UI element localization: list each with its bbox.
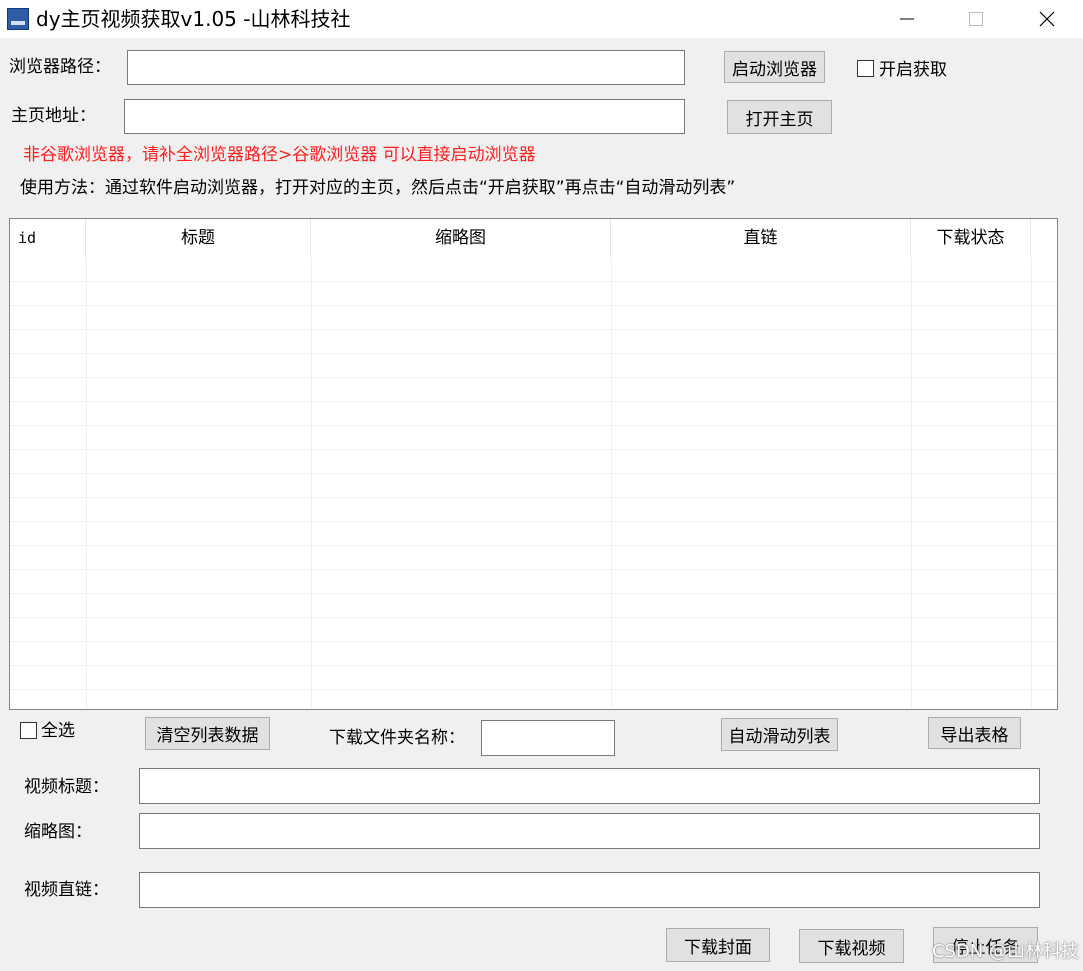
open-homepage-button[interactable]: 打开主页: [727, 100, 832, 134]
launch-browser-button[interactable]: 启动浏览器: [724, 51, 825, 83]
export-table-button[interactable]: 导出表格: [928, 717, 1021, 749]
grid-row-line: [10, 689, 1057, 690]
browser-path-input[interactable]: [127, 50, 685, 85]
grid-row-line: [10, 617, 1057, 618]
grid-row-line: [10, 281, 1057, 282]
select-all-checkbox[interactable]: [20, 722, 37, 739]
watermark: CSDN @山林科技: [931, 941, 1079, 962]
clear-list-button[interactable]: 清空列表数据: [145, 717, 270, 750]
column-header-thumbnail[interactable]: 缩略图: [311, 219, 611, 257]
video-title-label: 视频标题：: [24, 777, 109, 797]
grid-row-line: [10, 569, 1057, 570]
window-title: dy主页视频获取v1.05 -山林科技社: [36, 7, 351, 31]
grid-row-line: [10, 449, 1057, 450]
app-icon: [7, 8, 29, 30]
download-video-button[interactable]: 下载视频: [799, 929, 904, 963]
grid-row-line: [10, 593, 1057, 594]
maximize-button[interactable]: [953, 0, 999, 38]
grid-row-line: [10, 353, 1057, 354]
grid-row-line: [10, 665, 1057, 666]
direct-link-label: 视频直链：: [24, 880, 109, 900]
auto-scroll-button[interactable]: 自动滑动列表: [721, 718, 838, 751]
grid-row-line: [10, 521, 1057, 522]
enable-fetch-label[interactable]: 开启获取: [879, 58, 947, 82]
grid-row-line: [10, 329, 1057, 330]
usage-text: 使用方法：通过软件启动浏览器，打开对应的主页，然后点击“开启获取”再点击“自动滑…: [20, 178, 736, 198]
minimize-button[interactable]: [884, 0, 930, 38]
grid-row-line: [10, 473, 1057, 474]
folder-name-input[interactable]: [481, 720, 615, 756]
table-header: id 标题 缩略图 直链 下载状态: [10, 219, 1057, 257]
grid-row-line: [10, 401, 1057, 402]
video-table[interactable]: id 标题 缩略图 直链 下载状态: [9, 218, 1058, 710]
column-header-download-status[interactable]: 下载状态: [911, 219, 1031, 257]
folder-name-label: 下载文件夹名称：: [329, 728, 465, 748]
grid-row-line: [10, 545, 1057, 546]
column-header-title[interactable]: 标题: [86, 219, 311, 257]
maximize-icon: [969, 12, 983, 26]
enable-fetch-checkbox[interactable]: [857, 60, 874, 77]
download-cover-button[interactable]: 下载封面: [666, 928, 770, 962]
browser-path-label: 浏览器路径：: [9, 57, 111, 77]
homepage-input[interactable]: [124, 99, 685, 134]
thumbnail-label: 缩略图：: [24, 822, 92, 842]
video-title-input[interactable]: [139, 768, 1040, 804]
homepage-label: 主页地址：: [11, 106, 96, 126]
grid-row-line: [10, 425, 1057, 426]
warning-text: 非谷歌浏览器，请补全浏览器路径>谷歌浏览器 可以直接启动浏览器: [23, 145, 536, 165]
close-button[interactable]: [1024, 0, 1070, 38]
grid-row-line: [10, 305, 1057, 306]
close-icon: [1039, 11, 1055, 27]
grid-row-line: [10, 497, 1057, 498]
grid-row-line: [10, 641, 1057, 642]
thumbnail-input[interactable]: [139, 813, 1040, 849]
direct-link-input[interactable]: [139, 872, 1040, 908]
column-header-direct-link[interactable]: 直链: [611, 219, 911, 257]
select-all-label[interactable]: 全选: [41, 719, 75, 743]
minimize-icon: [900, 18, 914, 20]
grid-row-line: [10, 377, 1057, 378]
column-header-id[interactable]: id: [10, 219, 86, 257]
